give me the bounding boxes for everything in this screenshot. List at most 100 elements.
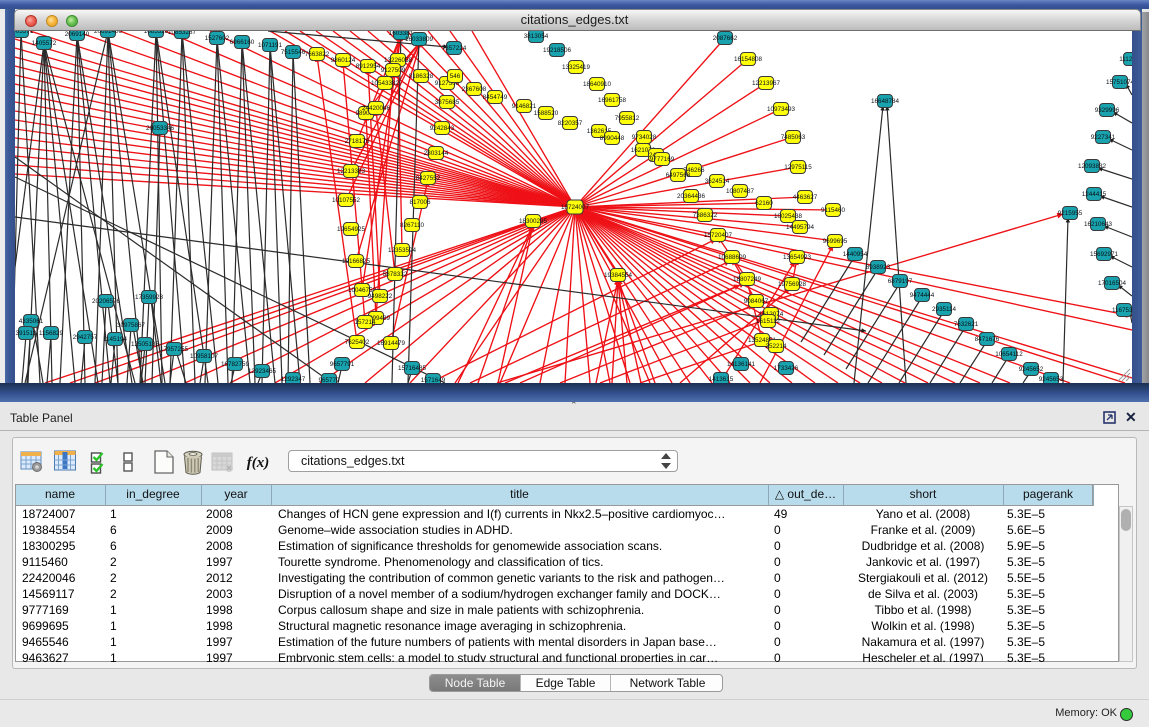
svg-text:17957255: 17957255 [160, 346, 189, 353]
svg-text:9699695: 9699695 [823, 238, 848, 245]
svg-text:10543382: 10543382 [371, 80, 400, 87]
svg-text:10958107: 10958107 [190, 353, 219, 360]
svg-text:9777169: 9777169 [650, 156, 675, 163]
svg-text:20364436: 20364436 [677, 193, 706, 200]
svg-text:9329996: 9329996 [1095, 107, 1120, 114]
svg-text:1244415: 1244415 [1082, 191, 1107, 198]
svg-text:1112864: 1112864 [1119, 56, 1132, 63]
svg-text:16154808: 16154808 [734, 56, 763, 63]
svg-text:5878332: 5878332 [383, 271, 408, 278]
svg-text:1085328: 1085328 [144, 31, 169, 35]
svg-text:14495794: 14495794 [786, 224, 815, 231]
svg-text:12975115: 12975115 [784, 164, 812, 171]
svg-text:9146821: 9146821 [512, 103, 537, 110]
svg-text:1413615: 1413615 [709, 376, 734, 383]
svg-text:2935114: 2935114 [932, 306, 957, 313]
svg-text:3875685: 3875685 [435, 99, 460, 106]
svg-text:391513: 391513 [15, 330, 37, 337]
svg-text:9215955: 9215955 [1058, 210, 1083, 217]
svg-text:15692971: 15692971 [1090, 251, 1119, 258]
svg-text:19384554: 19384554 [604, 272, 633, 279]
svg-text:12505135: 12505135 [131, 341, 160, 348]
svg-text:13654923: 13654923 [783, 254, 812, 261]
svg-text:19756928: 19756928 [778, 281, 807, 288]
svg-text:1167535: 1167535 [1112, 307, 1132, 314]
svg-text:13325419: 13325419 [562, 64, 591, 71]
svg-text:2718176: 2718176 [345, 138, 370, 145]
svg-text:817006: 817006 [409, 199, 431, 206]
svg-text:9498222: 9498222 [368, 293, 393, 300]
svg-text:f(x): f(x) [247, 455, 270, 471]
svg-text:8990448: 8990448 [600, 135, 625, 142]
svg-text:1156829: 1156829 [39, 330, 64, 337]
svg-text:4335061: 4335061 [19, 318, 44, 325]
svg-text:1527602: 1527602 [205, 35, 230, 42]
svg-text:16914479: 16914479 [377, 340, 406, 347]
svg-text:16210643: 16210643 [1084, 221, 1113, 228]
svg-text:6966160: 6966160 [230, 39, 255, 46]
svg-text:1292347: 1292347 [281, 376, 306, 383]
svg-text:9245653: 9245653 [1039, 376, 1064, 383]
svg-text:10688609: 10688609 [718, 254, 747, 261]
svg-text:7663822: 7663822 [305, 51, 330, 58]
svg-text:7625402: 7625402 [345, 339, 370, 346]
svg-text:8427552: 8427552 [416, 175, 441, 182]
svg-text:1571649: 1571649 [421, 377, 446, 383]
svg-text:24420046: 24420046 [362, 105, 391, 112]
svg-text:19166825: 19166825 [342, 258, 371, 265]
svg-text:20206576: 20206576 [92, 298, 121, 305]
svg-text:16782759: 16782759 [221, 361, 250, 368]
svg-text:18724007: 18724007 [561, 204, 590, 211]
svg-text:6497568: 6497568 [666, 172, 691, 179]
svg-text:9227341: 9227341 [1091, 134, 1116, 141]
svg-text:18640910: 18640910 [583, 81, 612, 88]
svg-text:7485063: 7485063 [781, 134, 806, 141]
svg-text:7632621: 7632621 [954, 321, 979, 328]
svg-text:15716485: 15716485 [398, 365, 427, 372]
svg-text:7386322: 7386322 [693, 212, 718, 219]
svg-text:8912954: 8912954 [356, 63, 381, 70]
svg-text:9245652: 9245652 [1019, 366, 1044, 373]
svg-text:1615112: 1615112 [756, 318, 781, 325]
svg-text:8267110: 8267110 [400, 222, 425, 229]
svg-text:10853287: 10853287 [168, 31, 197, 36]
svg-text:1588520: 1588520 [534, 110, 559, 117]
svg-text:9860124: 9860124 [331, 57, 356, 64]
svg-text:9657791: 9657791 [330, 361, 355, 368]
svg-text:16648784: 16648784 [871, 98, 900, 105]
svg-text:10025438: 10025438 [774, 213, 803, 220]
svg-text:1071191: 1071191 [258, 42, 283, 49]
svg-text:16033809: 16033809 [405, 36, 434, 43]
svg-text:15720407: 15720407 [704, 232, 733, 239]
svg-text:9084067: 9084067 [744, 298, 769, 305]
svg-text:17016504: 17016504 [1098, 280, 1127, 287]
svg-text:8938923: 8938923 [866, 264, 891, 271]
svg-text:10107552: 10107552 [332, 197, 361, 204]
svg-text:7955812: 7955812 [615, 115, 640, 122]
svg-text:2367608: 2367608 [462, 86, 487, 93]
svg-text:9127509: 9127509 [381, 67, 406, 74]
svg-text:30975867: 30975867 [117, 322, 146, 329]
svg-text:6879197: 6879197 [888, 278, 913, 285]
svg-text:16961758: 16961758 [598, 97, 627, 104]
svg-text:20053346: 20053346 [146, 125, 175, 132]
svg-text:8220357: 8220357 [558, 120, 583, 127]
svg-text:3813054: 3813054 [524, 33, 549, 40]
svg-text:12923465: 12923465 [248, 368, 277, 375]
svg-text:10654112: 10654112 [995, 351, 1023, 358]
svg-text:8471676: 8471676 [975, 336, 1000, 343]
svg-text:2942757: 2942757 [73, 334, 98, 341]
svg-text:8186328: 8186328 [409, 73, 434, 80]
svg-text:546: 546 [450, 73, 461, 80]
svg-text:7357224: 7357224 [442, 45, 467, 52]
svg-text:10973493: 10973493 [767, 106, 796, 113]
svg-text:3624514: 3624514 [705, 178, 730, 185]
svg-text:17359928: 17359928 [135, 294, 164, 301]
svg-text:12353594: 12353594 [388, 247, 417, 254]
svg-text:19218506: 19218506 [543, 47, 572, 54]
svg-text:4463627: 4463627 [793, 194, 818, 201]
svg-text:1405571: 1405571 [15, 31, 34, 35]
svg-text:1733426: 1733426 [774, 365, 799, 372]
svg-text:20691406: 20691406 [94, 31, 123, 35]
svg-text:12213383: 12213383 [337, 168, 366, 175]
